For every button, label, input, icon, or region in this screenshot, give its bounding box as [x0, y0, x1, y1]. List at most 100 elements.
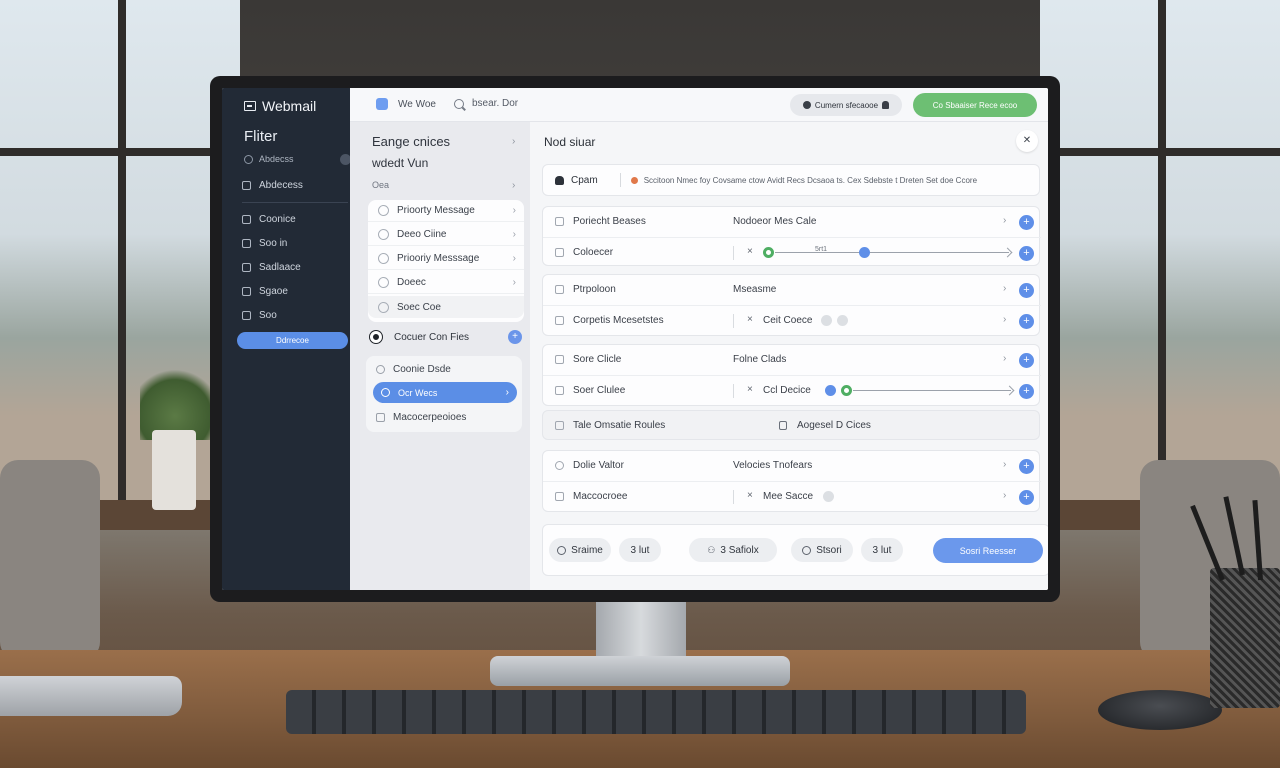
- list-item[interactable]: Deeo Ciine ›: [368, 224, 524, 246]
- app-switcher[interactable]: We Woe: [376, 98, 436, 110]
- add-icon[interactable]: +: [1019, 384, 1034, 399]
- rule-row[interactable]: Corpetis Mcesetstes × Ceit Coece › +: [543, 305, 1041, 335]
- active-list-item[interactable]: Ocr Wecs ›: [373, 382, 517, 403]
- sidebar-subtitle: Abdecss: [244, 153, 351, 165]
- add-icon[interactable]: +: [1019, 314, 1034, 329]
- trash-icon: [242, 287, 251, 296]
- chevron-right-icon[interactable]: ›: [1003, 353, 1006, 364]
- sidebar-title: Fliter: [244, 128, 278, 145]
- remove-icon[interactable]: ×: [747, 314, 753, 325]
- checkbox-icon[interactable]: [555, 316, 564, 325]
- close-button[interactable]: ✕: [1016, 130, 1038, 152]
- list-item[interactable]: Macocerpeoioes: [376, 412, 466, 423]
- slider-start-handle[interactable]: [841, 385, 852, 396]
- sidebar: Webmail Fliter Abdecss Abdecess Coonice …: [222, 88, 351, 590]
- warning-dot-icon: [630, 176, 638, 184]
- toggle-dot[interactable]: [823, 491, 834, 502]
- sidebar-item-4[interactable]: Sgaoe: [242, 286, 288, 297]
- action-pill[interactable]: 3 lut: [861, 538, 903, 562]
- panel-subheading: wdedt Vun: [372, 156, 429, 170]
- action-pill[interactable]: ⚇ 3 Safiolx: [689, 538, 777, 562]
- rule-card: Tale Omsatie Roules Aogesel D Cices: [542, 410, 1040, 440]
- chevron-right-icon[interactable]: ›: [1003, 314, 1006, 325]
- lock-icon: [779, 421, 787, 430]
- sidebar-action-button[interactable]: Ddrrecoe: [237, 332, 348, 349]
- toggle-dot[interactable]: [837, 315, 848, 326]
- app-logo[interactable]: Webmail: [244, 98, 316, 114]
- sidebar-item-2[interactable]: Soo in: [242, 238, 287, 249]
- window-frame: [118, 0, 126, 520]
- add-icon[interactable]: +: [508, 330, 522, 344]
- sidebar-item-5[interactable]: Soo: [242, 310, 277, 321]
- checkbox-icon[interactable]: [555, 355, 564, 364]
- sidebar-item-3[interactable]: Sadlaace: [242, 262, 301, 273]
- add-icon[interactable]: +: [1019, 459, 1034, 474]
- remove-icon[interactable]: ×: [747, 384, 753, 395]
- rule-row[interactable]: Soer Clulee × Ccl Decice +: [543, 375, 1041, 405]
- add-icon[interactable]: +: [1019, 246, 1034, 261]
- sidebar-item-1[interactable]: Coonice: [242, 214, 296, 225]
- chevron-right-icon: ›: [512, 205, 516, 216]
- checkbox-icon[interactable]: [555, 421, 564, 430]
- radio-icon: [378, 253, 389, 264]
- action-pill[interactable]: Sraime: [549, 538, 611, 562]
- panel-small-label: Oea: [372, 180, 390, 190]
- action-pill[interactable]: Stsori: [791, 538, 853, 562]
- primary-top-button[interactable]: Co Sbaaiser Rece ecoo: [913, 93, 1037, 117]
- add-icon[interactable]: +: [1019, 283, 1034, 298]
- range-slider[interactable]: [775, 252, 1009, 253]
- chevron-right-icon[interactable]: ›: [512, 136, 515, 147]
- chevron-right-icon[interactable]: ›: [512, 180, 515, 191]
- rule-row[interactable]: Tale Omsatie Roules Aogesel D Cices: [543, 411, 1041, 441]
- checkbox-icon[interactable]: [555, 248, 564, 257]
- rule-row[interactable]: Dolie Valtor Velocies Tnofears › +: [543, 451, 1041, 481]
- chevron-right-icon[interactable]: ›: [1003, 283, 1006, 294]
- remove-icon[interactable]: ×: [747, 490, 753, 501]
- chevron-right-icon[interactable]: ›: [1003, 490, 1006, 501]
- add-icon[interactable]: +: [1019, 490, 1034, 505]
- list-item[interactable]: Coonie Dsde: [376, 364, 451, 375]
- window-frame: [1158, 0, 1166, 520]
- sidebar-item-top[interactable]: Abdecess: [242, 180, 303, 191]
- add-icon[interactable]: +: [1019, 215, 1034, 230]
- divider: [733, 384, 734, 398]
- checkbox-icon[interactable]: [555, 492, 564, 501]
- rule-row[interactable]: Coloecer × 5rt1 +: [543, 237, 1041, 267]
- app-icon: [376, 98, 388, 110]
- checkbox-icon[interactable]: [555, 217, 564, 226]
- top-bar: We Woe bsear. Dor Cumern sfecaooe Co Sba…: [350, 88, 1048, 122]
- filter-summary[interactable]: Cpam Sccitoon Nmec foy Covsame ctow Avid…: [542, 164, 1040, 196]
- list-item[interactable]: Priooriy Messsage ›: [368, 248, 524, 270]
- chevron-right-icon: ›: [512, 229, 516, 240]
- remove-icon[interactable]: ×: [747, 246, 753, 257]
- list-item[interactable]: Soec Coe: [368, 296, 524, 318]
- rule-row[interactable]: Maccocroee × Mee Sacce › +: [543, 481, 1041, 511]
- checkbox-icon[interactable]: [555, 386, 564, 395]
- radio-icon: [378, 205, 389, 216]
- slider-start-handle[interactable]: [763, 247, 774, 258]
- rule-row[interactable]: Poriecht Beases Nodoeor Mes Cale › +: [543, 207, 1041, 237]
- slider-handle[interactable]: [825, 385, 836, 396]
- chevron-right-icon[interactable]: ›: [1003, 459, 1006, 470]
- app-name: Webmail: [262, 98, 317, 114]
- chevron-right-icon: ›: [505, 387, 509, 398]
- range-slider[interactable]: [853, 390, 1011, 391]
- add-icon[interactable]: +: [1019, 353, 1034, 368]
- radio-icon[interactable]: [555, 461, 564, 470]
- doc-icon: [242, 311, 251, 320]
- list-item[interactable]: Prioorty Message ›: [368, 200, 524, 222]
- toggle-dot[interactable]: [821, 315, 832, 326]
- radio-icon: [381, 388, 390, 397]
- action-pill[interactable]: 3 lut: [619, 538, 661, 562]
- plant: [140, 360, 210, 440]
- search-field[interactable]: bsear. Dor: [454, 98, 518, 109]
- rule-row[interactable]: Sore Clicle Folne Clads › +: [543, 345, 1041, 375]
- rule-row[interactable]: Ptrpoloon Mseasme › +: [543, 275, 1041, 305]
- account-pill[interactable]: Cumern sfecaooe: [790, 94, 902, 116]
- checkbox-icon[interactable]: [555, 285, 564, 294]
- chevron-right-icon[interactable]: ›: [1003, 215, 1006, 226]
- slider-handle[interactable]: [859, 247, 870, 258]
- save-filter-button[interactable]: Sosri Reesser: [933, 538, 1043, 563]
- selected-category[interactable]: Cocuer Con Fies +: [368, 326, 524, 348]
- list-item[interactable]: Doeec ›: [368, 272, 524, 294]
